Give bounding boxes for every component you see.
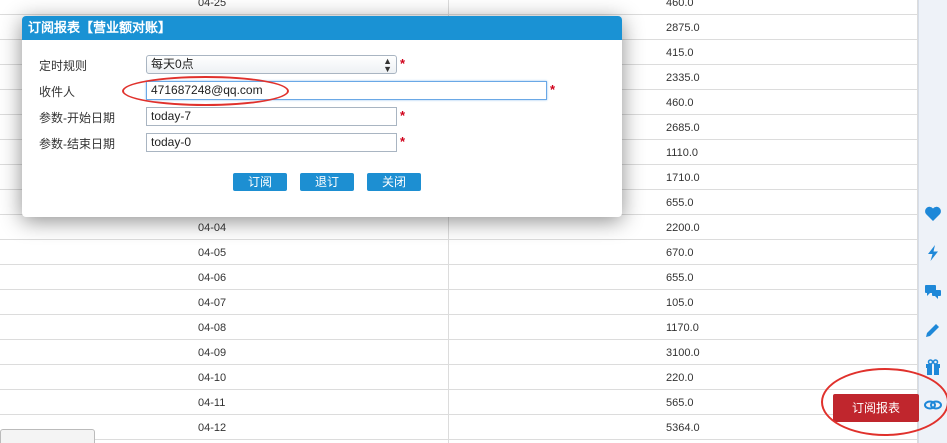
amount-cell: 105.0 [666, 297, 694, 309]
amount-cell: 2875.0 [666, 22, 700, 34]
schedule-select[interactable]: 每天0点 ▲ ▼ [146, 55, 397, 74]
date-cell: 04-25 [198, 0, 227, 9]
amount-cell: 565.0 [666, 397, 694, 409]
amount-cell: 415.0 [666, 47, 694, 59]
end-date-input[interactable]: today-0 [146, 133, 397, 152]
amount-cell: 670.0 [666, 247, 694, 259]
amount-cell: 2685.0 [666, 122, 700, 134]
date-cell: 04-11 [198, 397, 226, 409]
date-cell: 04-10 [198, 372, 227, 384]
required-mark: * [550, 82, 556, 97]
chat-icon[interactable] [922, 282, 944, 304]
table-row: 04-08 1170.0 [0, 315, 918, 340]
dialog-title: 订阅报表【营业额对账】 [22, 16, 622, 40]
date-cell: 04-09 [198, 347, 227, 359]
annotation-circle [122, 76, 289, 106]
required-mark: * [400, 134, 406, 149]
amount-cell: 220.0 [666, 372, 694, 384]
pencil-icon[interactable] [922, 320, 944, 342]
heart-icon[interactable] [922, 204, 944, 226]
amount-cell: 3100.0 [666, 347, 700, 359]
start-date-label: 参数-开始日期 [39, 111, 115, 125]
amount-cell: 5364.0 [666, 422, 700, 434]
table-row: 04-10 220.0 [0, 365, 918, 390]
table-row: 04-04 2200.0 [0, 215, 918, 240]
schedule-value: 每天0点 [151, 57, 194, 71]
lightning-icon[interactable] [922, 243, 944, 265]
unsubscribe-button[interactable]: 退订 [300, 173, 354, 191]
table-row: 04-05 670.0 [0, 240, 918, 265]
schedule-label: 定时规则 [39, 59, 88, 73]
subscribe-dialog: 订阅报表【营业额对账】 定时规则 每天0点 ▲ ▼ * 收件人 471687248… [22, 16, 622, 217]
amount-cell: 460.0 [666, 97, 694, 109]
table-row: 04-06 655.0 [0, 265, 918, 290]
required-mark: * [400, 56, 406, 71]
amount-cell: 655.0 [666, 197, 694, 209]
table-row: 04-25 460.0 [0, 0, 918, 15]
select-arrows-icon: ▲ ▼ [383, 56, 392, 74]
start-date-input[interactable]: today-7 [146, 107, 397, 126]
amount-cell: 1170.0 [666, 322, 699, 334]
end-date-label: 参数-结束日期 [39, 137, 115, 151]
amount-cell: 1110.0 [666, 147, 699, 159]
date-cell: 04-04 [198, 222, 227, 234]
amount-cell: 2335.0 [666, 72, 700, 84]
required-mark: * [400, 108, 406, 123]
close-button[interactable]: 关闭 [367, 173, 421, 191]
page: 04-25 460.0 2875.0 415.0 2335.0 460.0 2685.0 11… [0, 0, 947, 443]
date-cell: 04-06 [198, 272, 227, 284]
date-cell: 04-05 [198, 247, 227, 259]
annotation-circle [821, 368, 947, 436]
date-cell: 04-08 [198, 322, 227, 334]
amount-cell: 460.0 [666, 0, 694, 9]
amount-cell: 1710.0 [666, 172, 700, 184]
table-row: 04-11 565.0 [0, 390, 918, 415]
recipient-label: 收件人 [39, 85, 76, 99]
table-row: 04-12 5364.0 [0, 415, 918, 440]
amount-cell: 655.0 [666, 272, 694, 284]
table-row: 04-07 105.0 [0, 290, 918, 315]
date-cell: 04-07 [198, 297, 227, 309]
date-cell: 04-12 [198, 422, 227, 434]
bottom-tab[interactable] [0, 429, 95, 443]
table-row: 04-09 3100.0 [0, 340, 918, 365]
amount-cell: 2200.0 [666, 222, 700, 234]
subscribe-button[interactable]: 订阅 [233, 173, 287, 191]
